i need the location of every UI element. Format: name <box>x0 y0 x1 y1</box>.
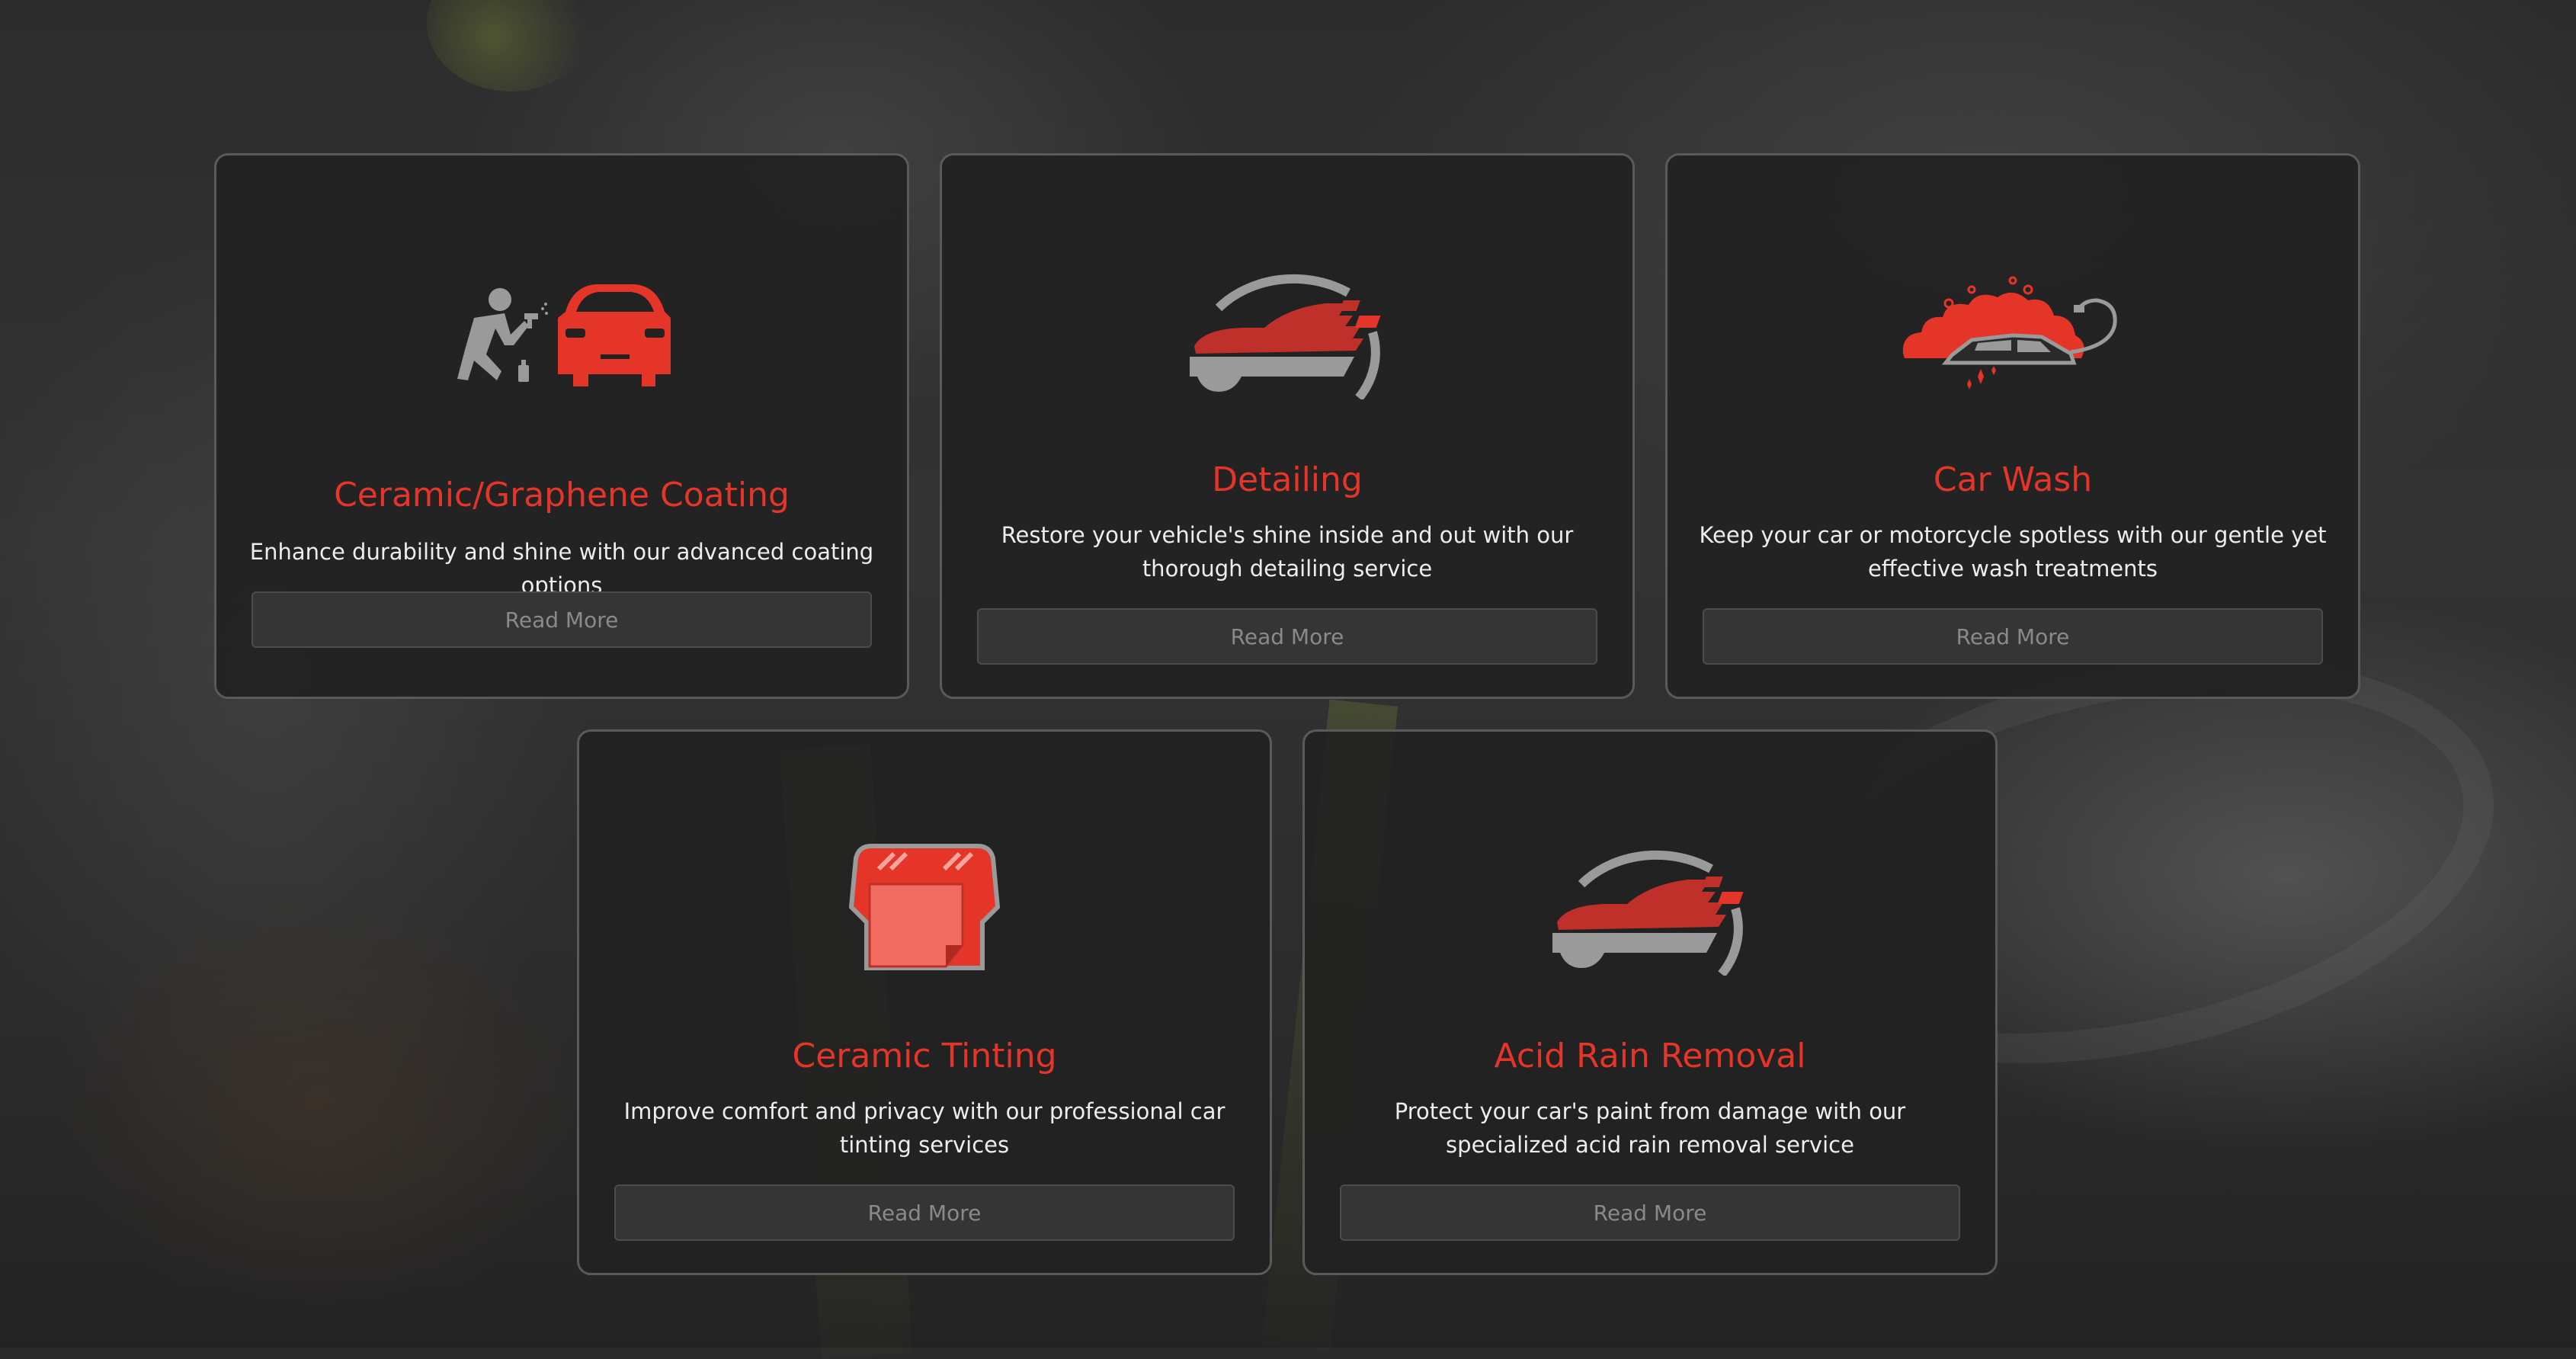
service-title: Detailing <box>1212 460 1363 499</box>
service-title: Car Wash <box>1933 460 2093 499</box>
read-more-button[interactable]: Read More <box>1703 608 2323 665</box>
car-wash-foam-icon <box>1902 276 2117 389</box>
speeding-car-detailing-icon <box>1190 274 1381 399</box>
read-more-button[interactable]: Read More <box>614 1184 1235 1241</box>
service-description: Keep your car or motorcycle spotless wit… <box>1699 522 2327 582</box>
read-more-button[interactable]: Read More <box>252 591 872 648</box>
service-title: Ceramic/Graphene Coating <box>334 476 790 514</box>
service-card-ceramic-tinting: Ceramic Tinting Improve comfort and priv… <box>577 729 1272 1275</box>
service-card-detailing: Detailing Restore your vehicle's shine i… <box>940 153 1635 699</box>
service-description: Protect your car's paint from damage wit… <box>1394 1098 1906 1158</box>
service-description: Improve comfort and privacy with our pro… <box>623 1098 1226 1158</box>
read-more-button[interactable]: Read More <box>1340 1184 1960 1241</box>
service-icon-wrap <box>942 262 1632 399</box>
service-icon-wrap <box>216 281 907 396</box>
read-more-button[interactable]: Read More <box>977 608 1597 665</box>
speeding-car-acid-rain-icon <box>1552 850 1744 976</box>
window-tint-film-icon <box>848 844 1001 970</box>
service-title: Ceramic Tinting <box>792 1037 1057 1075</box>
service-icon-wrap <box>579 838 1270 976</box>
service-icon-wrap <box>1305 838 1995 976</box>
service-title: Acid Rain Removal <box>1494 1037 1806 1075</box>
service-card-car-wash: Car Wash Keep your car or motorcycle spo… <box>1665 153 2360 699</box>
service-card-acid-rain-removal: Acid Rain Removal Protect your car's pai… <box>1302 729 1998 1275</box>
service-description: Restore your vehicle's shine inside and … <box>1001 522 1574 582</box>
service-card-ceramic-coating: Ceramic/Graphene Coating Enhance durabil… <box>214 153 909 699</box>
person-spraying-car-icon <box>457 284 671 386</box>
service-icon-wrap <box>1668 270 2358 392</box>
